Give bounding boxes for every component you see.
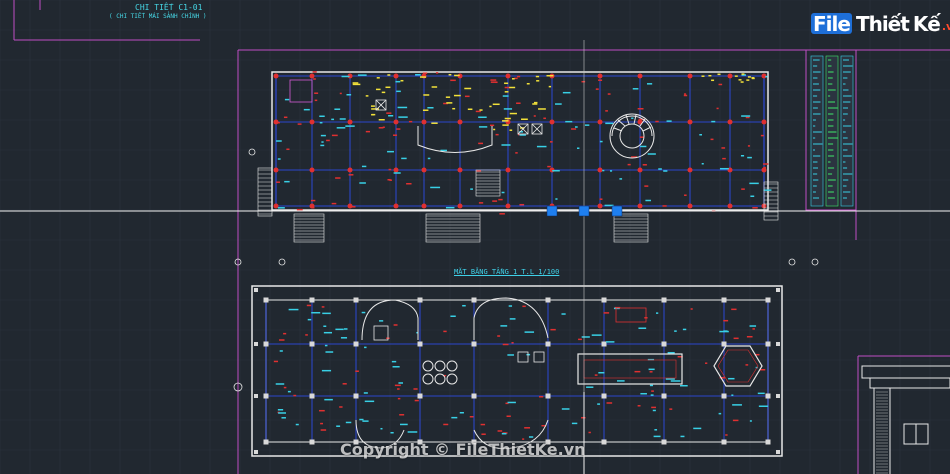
site-logo: File Thiết Kế .vn [811, 13, 950, 34]
logo-part-thiet: Thiết [855, 11, 910, 36]
cad-model-space[interactable] [0, 0, 950, 474]
reception-counter [417, 126, 493, 153]
building-elevation [857, 355, 950, 474]
sheet-border [13, 0, 950, 474]
logo-part-vn: .vn [941, 20, 950, 33]
floor-plan-label: MẶT BẰNG TẦNG 1 T.L 1/100 [454, 268, 560, 276]
detail-title: CHI TIẾT C1-01 [135, 3, 203, 12]
detail-subtitle: ( CHI TIẾT MÁI SẢNH CHÍNH ) [109, 13, 207, 20]
hexagon-pavilion [713, 345, 763, 387]
cad-crosshair-cursor [0, 40, 950, 474]
spiral-staircase [609, 113, 655, 159]
round-tables [422, 360, 458, 385]
lower-floor-plan[interactable] [251, 285, 783, 457]
elevator-shafts [289, 79, 543, 135]
upper-floor-plan[interactable] [257, 71, 779, 243]
title-block [805, 49, 857, 211]
logo-part-file: File [811, 12, 852, 36]
copyright-watermark: Copyright © FileThietKe.vn [340, 440, 586, 459]
entrance-stairs [257, 167, 779, 243]
curved-rooms [355, 297, 549, 450]
logo-part-ke: Kế [912, 11, 941, 36]
